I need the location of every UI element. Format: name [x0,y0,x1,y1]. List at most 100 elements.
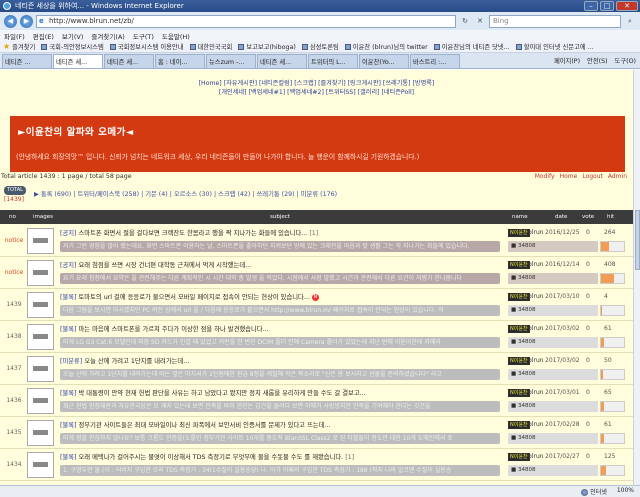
browser-tab[interactable]: 홈 : 네이... [155,54,205,68]
close-button[interactable]: ✕ [616,1,638,11]
favorite-link[interactable]: 삼성토론팀 [301,42,339,51]
menu-file[interactable]: 파일(F) [4,31,25,41]
nav-links-row-2[interactable]: [개인세네] [백업세네#1] [백업세네#2] [트위터SS] [갤러리] [… [0,88,633,97]
post-subject-link[interactable]: [불록] 오래 메텍나가 걸어주시는 물엿이 이상해서 TDS 측정기로 무엇무… [60,452,500,463]
post-subject-link[interactable]: [공지] 요래 첨점을 쓰면 시장 건너편 대학동 근처에서 먹게 시작했는데.… [60,260,500,271]
table-row[interactable]: notice [공지] 스마트폰 화면서 절을 걸다보면 크랙잔도 한몸라고 했을… [0,225,633,257]
minimize-button[interactable]: – [584,1,598,11]
col-date[interactable]: date [555,214,567,220]
scrollbar-thumb[interactable] [635,210,640,270]
author-name: blrun [528,229,544,236]
post-thumbnail[interactable] [27,420,54,446]
favorite-link[interactable]: 이윤찬 (blrun)님의 twitter [344,42,428,51]
post-subject-link[interactable]: [미분류] 오늘 산에 가려고 1단지를 내려가는데... [60,356,500,367]
favorite-link[interactable]: 국회-의안정보시스템 [41,42,104,51]
author-badge[interactable]: N이윤찬 [508,293,530,301]
forward-button[interactable]: ▶ [20,14,33,28]
author-badge[interactable]: N이윤찬 [508,453,530,461]
vertical-scrollbar[interactable] [633,70,640,485]
browser-tab[interactable]: 이윤찬(Yo... [359,54,409,68]
favorite-link[interactable]: 할이대 인터넷 신문고에 ... [515,42,594,51]
globe-icon [581,489,589,496]
post-thumbnail[interactable] [27,260,54,286]
menu-view[interactable]: 보기(V) [62,31,83,41]
post-thumbnail[interactable] [27,388,54,414]
post-subject-link[interactable]: [불록] 마는 마음에 스마트폰을 가르쳐 주다가 이상한 점을 하나 발견했습… [60,324,500,335]
browser-tab[interactable]: 네티즌 세... [104,54,154,68]
table-row[interactable]: 1434 [불록] 오래 메텍나가 걸어주시는 물엿이 이상해서 TDS 측정기로… [0,449,633,481]
author-badge[interactable]: N이윤찬 [508,357,530,365]
home-link[interactable]: Home [560,173,578,180]
post-number: 1437 [6,365,22,372]
maximize-button[interactable]: □ [600,1,614,11]
table-row[interactable]: notice [공지] 요래 첨점을 쓰면 시장 건너편 대학동 근처에서 먹게 … [0,257,633,289]
table-row[interactable]: 1439 [불록] 토마토의 url 걸에 응응로가 불으면서 모바일 페이지로 … [0,289,633,321]
modify-link[interactable]: Modify [535,173,555,180]
hit-bar-fill [601,466,607,475]
logout-link[interactable]: Logout [582,173,603,180]
refresh-icon[interactable]: ↻ [459,15,471,27]
tools-menu-button[interactable]: 도구(O) [615,56,636,65]
author-name: blrun [528,421,544,428]
favorite-link[interactable]: 국회정보시스템 이용안내 [109,42,184,51]
post-thumbnail[interactable] [27,228,54,254]
post-date: 2016/12/14 [545,261,580,268]
admin-link[interactable]: Admin [608,173,627,180]
browser-tab[interactable]: 네티즌 ... [2,54,52,68]
menu-tools[interactable]: 도구(T) [133,31,154,41]
post-thumbnail[interactable] [27,324,54,350]
col-subject: subject [270,214,290,220]
favorite-link[interactable]: 이윤찬님의 네티즌 닷넷... [433,42,510,51]
col-name[interactable]: name [512,214,528,220]
star-icon: ★ [3,42,11,51]
author-badge[interactable]: N이윤찬 [508,389,530,397]
menu-favorites[interactable]: 즐겨찾기(A) [91,31,124,41]
back-button[interactable]: ◀ [4,14,17,28]
favorites-button[interactable]: ★ 즐겨찾기 [3,42,35,51]
page-menu-button[interactable]: 페이지(P) [554,56,580,65]
post-thumbnail[interactable] [27,356,54,382]
search-input[interactable]: Bing [489,14,621,28]
search-icon[interactable]: ⌕ [624,15,636,27]
safety-menu-button[interactable]: 안전(S) [587,56,608,65]
post-number: 1438 [6,333,22,340]
post-subject-link[interactable]: [공지] 스마트폰 화면서 절을 걸다보면 크랙잔도 한몸라고 했을 짝 지나가… [60,228,500,239]
browser-tab[interactable]: 네티즌 세... [257,54,307,68]
author-badge[interactable]: N이윤찬 [508,229,530,237]
table-row[interactable]: 1437 [미분류] 오늘 산에 가려고 1단지를 내려가는데... 오늘 산에 … [0,353,633,385]
table-row[interactable]: 1438 [불록] 마는 마음에 스마트폰을 가르쳐 주다가 이상한 점을 하나 … [0,321,633,353]
author-badge[interactable]: N이윤찬 [508,261,530,269]
page-icon [41,43,48,50]
menu-help[interactable]: 도움말(H) [162,31,190,41]
stop-icon[interactable]: ✕ [474,15,486,27]
author-badge[interactable]: N이윤찬 [508,421,530,429]
category-list[interactable]: ▶ 통록 (690) | 트위터/페이스북 (258) | 기문 (4) | 오… [34,189,337,198]
col-hit[interactable]: hit [607,214,614,220]
post-hit: 61 [604,421,612,428]
browser-tab-active[interactable]: 네티즌 세... [53,54,103,68]
post-list: notice [공지] 스마트폰 화면서 절을 걸다보면 크랙잔도 한몸라고 했을… [0,225,633,481]
table-row[interactable]: 1436 [불록] 박 대통령이 만약 현재 헌법 판단을 사유는 하고 남았다고… [0,385,633,417]
post-subject-link[interactable]: [불록] 토마토의 url 걸에 응응로가 불으면서 모바일 페이지로 접속이 … [60,292,500,303]
author-badge[interactable]: N이윤찬 [508,325,530,333]
col-vote[interactable]: vote [582,214,594,220]
nav-links-row-1[interactable]: [Home] [자유게시판] [네티즌칼럼] [스크랩] [즐겨찾기] [링크게… [0,79,633,88]
post-date: 2017/03/10 [545,293,580,300]
table-row[interactable]: 1435 [불록] 정부기관 사이트들은 최대 모바일이나 최신 파폭에서 보안서… [0,417,633,449]
internet-zone: 인터넷 [581,487,607,496]
zoom-level[interactable]: 100% [617,487,634,496]
browser-tab[interactable]: 바스트리 :... [410,54,460,68]
address-input[interactable]: http://www.blrun.net/zb/ [36,14,456,28]
favorite-link[interactable]: 대한민국국회 [189,42,232,51]
post-thumbnail[interactable] [27,452,54,478]
hit-bar-fill [601,274,614,283]
post-subject: 정부기관 사이트들은 최대 모바일이나 최신 파폭에서 보안서비 인증서를 문제… [78,422,331,429]
post-thumbnail[interactable] [27,292,54,318]
new-icon: N [311,293,319,301]
browser-tab[interactable]: 뉴스zum -... [206,54,256,68]
post-subject-link[interactable]: [불록] 박 대통령이 만약 현재 헌법 판단을 사유는 하고 남았다고 봤지만… [60,388,500,399]
menu-edit[interactable]: 편집(E) [33,31,54,41]
browser-tab[interactable]: 트위터의 L... [308,54,358,68]
favorite-link[interactable]: 보고보고(hiboga) [238,42,296,51]
post-subject-link[interactable]: [불록] 정부기관 사이트들은 최대 모바일이나 최신 파폭에서 보안서비 인증… [60,420,500,431]
